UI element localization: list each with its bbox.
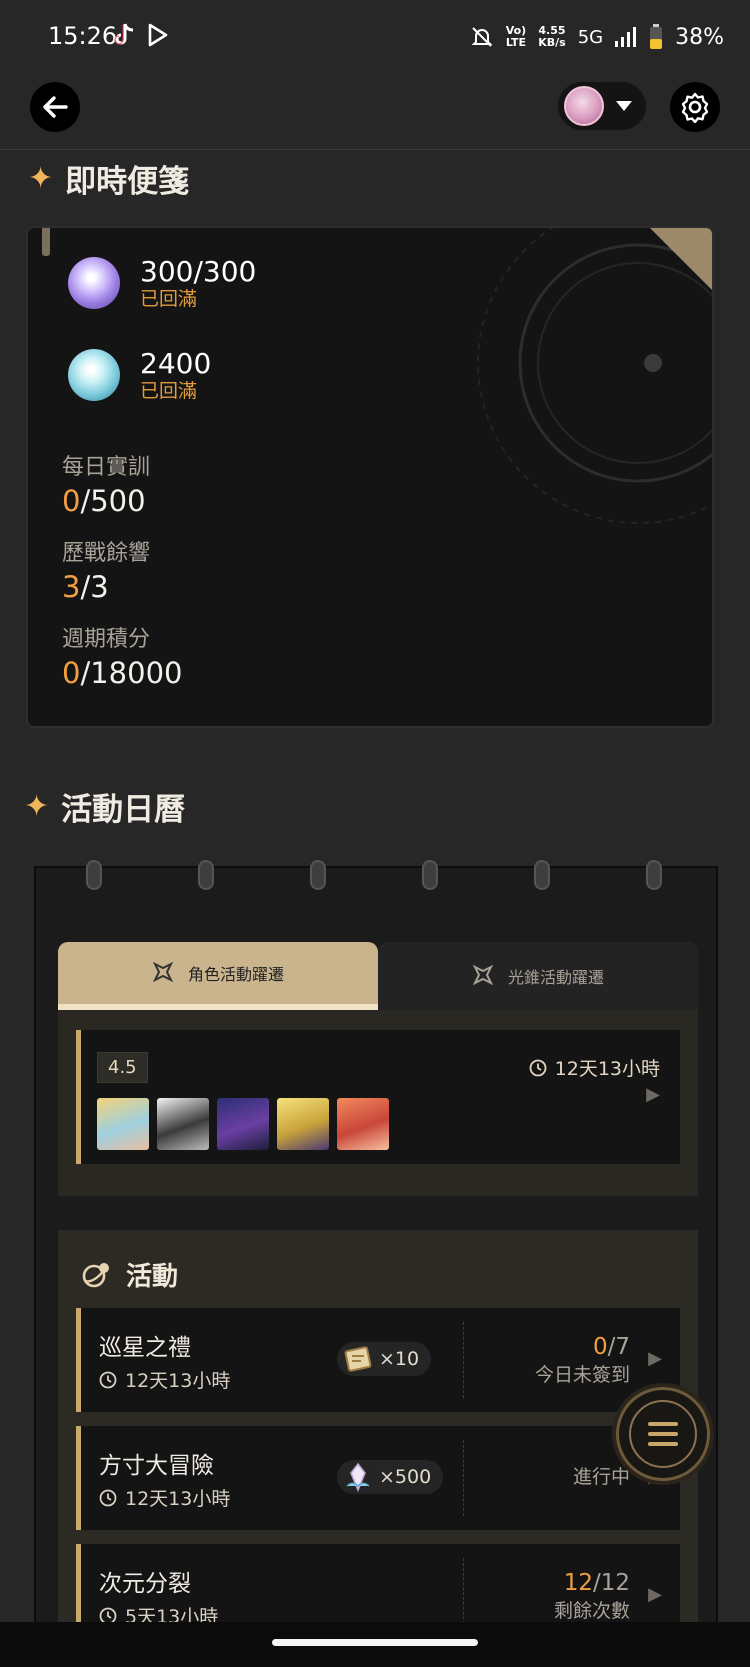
warp-icon <box>152 961 174 983</box>
sparkle-icon: ✦ <box>24 789 50 824</box>
banner-characters <box>97 1098 389 1150</box>
character-portrait <box>277 1098 329 1150</box>
star-rail-pass-icon <box>344 1346 372 1372</box>
arrow-left-icon <box>43 96 68 118</box>
back-button[interactable] <box>30 82 80 132</box>
signal-icon <box>615 27 637 47</box>
weekly-points-stat: 週期積分 0/18000 <box>62 627 183 690</box>
banner-time: 12天13小時 <box>554 1058 660 1080</box>
gear-icon <box>681 92 709 123</box>
battery-percent: 38% <box>675 24 724 50</box>
sparkle-icon: ✦ <box>28 161 54 196</box>
battery-icon <box>650 24 663 49</box>
chevron-right-icon: ▶ <box>648 1348 662 1369</box>
trailblaze-power-icon <box>68 257 120 309</box>
app-header <box>0 78 750 150</box>
echo-of-war-stat: 歷戰餘響 3/3 <box>62 541 151 604</box>
reserve-row: 2400 已回滿 <box>68 348 211 402</box>
menu-icon <box>629 1400 697 1468</box>
chevron-right-icon: ▶ <box>646 1084 660 1105</box>
daily-training-stat: 每日實訓 0/500 <box>62 455 151 518</box>
network-type: 5G <box>577 26 604 48</box>
net-speed-unit: KB/s <box>538 36 566 49</box>
tiktok-icon <box>114 23 134 45</box>
play-store-icon <box>148 23 168 47</box>
volte-indicator: Vo) LTE <box>505 24 527 49</box>
reserve-status: 已回滿 <box>140 380 198 402</box>
floating-menu-button[interactable] <box>616 1387 710 1481</box>
event-calendar-card: 角色活動躍遷 光錐活動躍遷 4.5 12天13小時 ▶ 活動 巡星之禮 12天1… <box>34 860 718 1650</box>
activities-panel: 活動 巡星之禮 12天13小時 ×10 0/7 今日未簽到 ▶ 方寸大冒險 12… <box>58 1230 698 1650</box>
activity-row[interactable]: 巡星之禮 12天13小時 ×10 0/7 今日未簽到 ▶ <box>76 1308 680 1412</box>
tab-lightcone-warp[interactable]: 光錐活動躍遷 <box>378 942 698 1010</box>
version-badge: 4.5 <box>97 1052 148 1083</box>
banner-panel: 4.5 12天13小時 ▶ <box>58 1010 698 1196</box>
system-nav-bar <box>0 1622 750 1667</box>
real-time-notes-card: 300/300 已回滿 2400 已回滿 每日實訓 0/500 歷戰餘響 3/3… <box>26 226 714 728</box>
activity-planet-icon <box>82 1262 109 1287</box>
stamina-status: 已回滿 <box>140 288 198 310</box>
activity-row[interactable]: 方寸大冒險 12天13小時 ×500 進行中 ▶ <box>76 1426 680 1530</box>
tab-character-warp[interactable]: 角色活動躍遷 <box>58 942 378 1010</box>
warp-icon <box>472 964 494 986</box>
character-portrait <box>97 1098 149 1150</box>
character-portrait <box>337 1098 389 1150</box>
stamina-value: 300/300 <box>140 255 257 288</box>
activities-title: 活動 <box>126 1262 179 1292</box>
stellar-jade-icon <box>346 1462 370 1493</box>
reserve-value: 2400 <box>140 347 212 380</box>
character-portrait <box>217 1098 269 1150</box>
chevron-right-icon: ▶ <box>648 1584 662 1605</box>
caret-down-icon <box>616 101 632 111</box>
account-switcher[interactable] <box>558 82 646 130</box>
stamina-row: 300/300 已回滿 <box>68 256 256 310</box>
status-bar: 15:26 Vo) LTE 4.55 KB/s 5G 38% <box>0 0 750 78</box>
character-banner[interactable]: 4.5 12天13小時 ▶ <box>76 1030 680 1164</box>
clock-icon <box>99 1489 117 1506</box>
clock-icon <box>99 1371 117 1388</box>
calendar-tabs: 角色活動躍遷 光錐活動躍遷 <box>58 942 698 1010</box>
status-time: 15:26 <box>48 22 118 50</box>
notes-section-title: ✦ 即時便箋 <box>28 161 190 200</box>
calendar-section-title: ✦ 活動日曆 <box>24 789 186 828</box>
reserved-power-icon <box>68 349 120 401</box>
mute-bell-icon <box>471 27 493 47</box>
character-portrait <box>157 1098 209 1150</box>
home-gesture-bar[interactable] <box>272 1639 478 1646</box>
settings-button[interactable] <box>670 82 720 132</box>
clock-icon <box>529 1059 547 1076</box>
avatar <box>564 86 604 126</box>
